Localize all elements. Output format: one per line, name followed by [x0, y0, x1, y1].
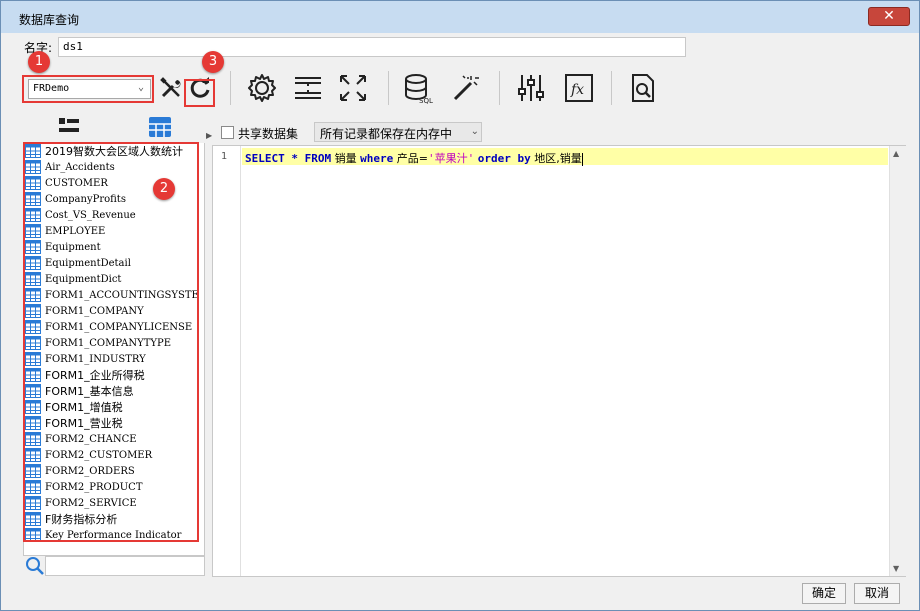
line-number: 1 [221, 151, 228, 162]
close-button[interactable]: ✕ [868, 7, 910, 26]
badge-2: 2 [153, 178, 175, 200]
list-view-tab[interactable] [57, 116, 81, 142]
dialog-window: 数据库查询 ✕ 名字: ds1 FRDemo ⌄ 1 3 SQL fx 2019… [0, 0, 920, 611]
toolbar-divider [499, 71, 500, 105]
search-row [23, 556, 205, 578]
preview-search-icon [632, 74, 654, 102]
sql-string: '苹果汁' [427, 152, 475, 165]
scroll-down-icon[interactable]: ▼ [893, 564, 899, 573]
sql-keyword: SELECT [245, 152, 285, 165]
sql-condition: 产品= [393, 152, 428, 165]
search-input[interactable] [45, 556, 205, 576]
sql-keyword: where [360, 152, 394, 165]
toolbar-divider [230, 71, 231, 105]
wrench-screwdriver-icon [160, 77, 181, 98]
table-view-icon [149, 117, 171, 137]
title-bar: 数据库查询 ✕ [1, 1, 919, 33]
expand-icon [340, 75, 366, 101]
highlight-table-list [23, 142, 199, 542]
formula-button[interactable]: fx [561, 71, 597, 105]
preview-button[interactable] [625, 71, 661, 105]
badge-3: 3 [202, 51, 224, 73]
sliders-button[interactable] [513, 71, 549, 105]
highlight-datasource [22, 75, 154, 103]
cancel-button[interactable]: 取消 [854, 583, 900, 604]
name-input[interactable]: ds1 [58, 37, 686, 57]
toolbar-divider [388, 71, 389, 105]
svg-text:fx: fx [570, 82, 584, 98]
ok-button[interactable]: 确定 [802, 583, 846, 604]
database-sql-button[interactable]: SQL [401, 71, 437, 105]
sql-keyword: by [510, 152, 531, 165]
sliders-icon [518, 75, 544, 101]
vertical-scrollbar[interactable]: ▲ ▼ [889, 146, 906, 576]
sql-editor[interactable]: 1 SELECT * FROM 销量 where 产品='苹果汁' order … [212, 145, 906, 577]
sql-star: * [284, 152, 305, 165]
sql-table: 销量 [331, 152, 361, 165]
settings-button[interactable] [244, 71, 280, 105]
search-icon[interactable] [25, 556, 45, 576]
scroll-up-icon[interactable]: ▲ [893, 149, 899, 158]
memory-mode-value: 所有记录都保存在内存中 [320, 127, 453, 141]
text-caret [581, 152, 583, 166]
memory-mode-select[interactable]: 所有记录都保存在内存中 ⌄ [314, 122, 482, 142]
sql-options-bar: 共享数据集 所有记录都保存在内存中 ⌄ [211, 121, 906, 145]
expand-button[interactable] [335, 71, 371, 105]
database-sql-icon: SQL [405, 74, 433, 105]
sql-line[interactable]: SELECT * FROM 销量 where 产品='苹果汁' order by… [242, 148, 888, 166]
svg-text:SQL: SQL [419, 97, 433, 105]
split-button[interactable] [290, 71, 326, 105]
chevron-down-icon: ⌄ [470, 126, 479, 137]
formula-icon: fx [565, 74, 593, 102]
magic-wand-button[interactable] [447, 71, 483, 105]
list-view-icon [59, 118, 79, 132]
badge-1: 1 [28, 51, 50, 73]
left-tabs [23, 116, 205, 143]
sql-keyword: order [477, 152, 511, 165]
table-view-tab[interactable] [148, 116, 172, 142]
sql-columns: 地区,销量 [530, 152, 582, 165]
settings-gear-icon [248, 74, 276, 102]
magic-wand-icon [453, 75, 479, 101]
sql-keyword: FROM [304, 152, 332, 165]
highlight-refresh [184, 79, 215, 107]
toolbar-divider [611, 71, 612, 105]
window-title: 数据库查询 [19, 13, 80, 27]
line-gutter: 1 [213, 146, 241, 576]
split-icon [295, 77, 321, 99]
share-label: 共享数据集 [238, 127, 299, 141]
share-checkbox[interactable] [221, 126, 234, 139]
